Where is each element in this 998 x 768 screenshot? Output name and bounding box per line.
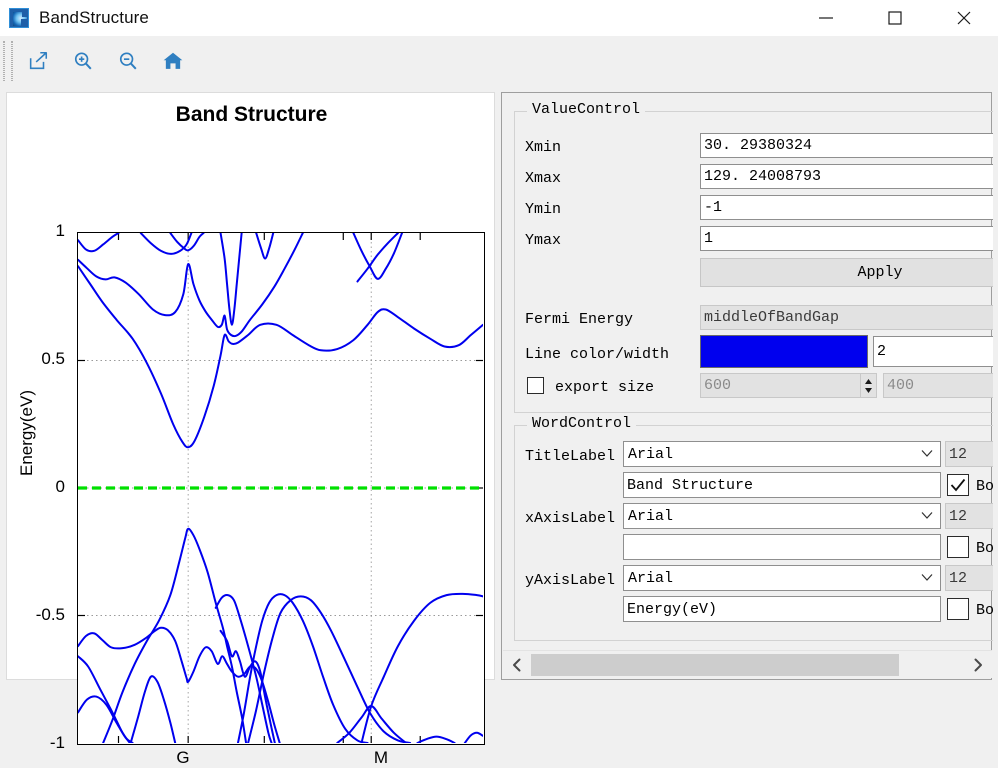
yaxis-bold-label: Bo [976,602,993,619]
chart-ylabel: Energy(eV) [17,390,36,476]
window-title: BandStructure [39,8,149,27]
apply-button[interactable]: Apply [700,258,993,287]
window-titlebar: BandStructure [0,0,998,36]
export-width-input[interactable]: 600 [700,373,877,398]
chevron-down-icon [921,446,933,463]
ymin-input[interactable]: -1 [700,195,993,220]
app-icon [9,8,29,28]
chevron-down-icon [921,508,933,525]
export-height-input[interactable]: 400 [883,373,993,398]
yaxis-text-input[interactable]: Energy(eV) [623,596,941,622]
xaxis-font-combo[interactable]: Arial [623,503,941,529]
fermi-energy-label: Fermi Energy [525,311,634,328]
scrollbar-thumb[interactable] [531,653,899,676]
scroll-right-arrow-icon[interactable] [964,651,992,679]
xaxis-bold-checkbox[interactable] [947,536,969,558]
xmax-label: Xmax [525,170,562,187]
export-size-checkbox[interactable] [527,377,544,394]
settings-horizontal-scrollbar[interactable] [503,650,992,678]
close-button[interactable] [929,0,998,36]
export-width-spinner[interactable] [860,373,877,398]
window-controls [791,0,998,36]
toolbar-grip[interactable] [3,40,5,81]
fermi-energy-combo[interactable]: middleOfBandGap [700,305,993,330]
chevron-down-icon [921,570,933,587]
home-icon[interactable] [153,41,193,81]
xaxis-font-value: Arial [628,507,674,525]
ymax-input[interactable]: 1 [700,226,993,251]
xmax-input[interactable]: 129. 24008793 [700,164,993,189]
word-control-legend: WordControl [527,415,637,432]
minimize-button[interactable] [791,0,860,36]
yaxis-size-input[interactable]: 12 [945,565,993,591]
xaxis-text-input[interactable] [623,534,941,560]
toolbar [0,36,998,85]
xmin-input[interactable]: 30. 29380324 [700,133,993,158]
ytick-label-m1: -1 [49,733,65,752]
title-font-combo[interactable]: Arial [623,441,941,467]
chart-plot-area[interactable] [77,232,485,745]
ymax-label: Ymax [525,232,562,249]
title-font-value: Arial [628,445,674,463]
line-width-input[interactable]: 2 [873,336,993,367]
export-size-label: export size [555,379,655,396]
chart-title: Band Structure [175,103,328,126]
toolbar-grip-2[interactable] [11,40,13,81]
title-size-input[interactable]: 12 [945,441,993,467]
title-text-input[interactable]: Band Structure [623,472,941,498]
scrollbar-track[interactable] [531,651,964,679]
xaxis-bold-label: Bo [976,540,993,557]
plot-panel: Band Structure Energy(eV) 1 0.5 0 -0.5 -… [6,92,495,767]
ytick-label-1: 1 [55,221,65,240]
xtick-label-M: M [373,748,389,767]
settings-panel-viewport: ValueControl Xmin 30. 29380324 Xmax 129.… [502,93,993,650]
yaxis-bold-checkbox[interactable] [947,598,969,620]
line-color-swatch[interactable] [700,335,868,368]
line-color-width-label: Line color/width [525,346,670,363]
title-bold-checkbox[interactable] [947,474,969,496]
ytick-label-m05: -0.5 [35,605,65,624]
yaxis-label-label: yAxisLabel [525,572,616,589]
scroll-left-arrow-icon[interactable] [503,651,531,679]
zoom-in-icon[interactable] [63,41,103,81]
zoom-out-icon[interactable] [108,41,148,81]
yaxis-font-value: Arial [628,569,674,587]
title-label-label: TitleLabel [525,448,616,465]
settings-panel: ValueControl Xmin 30. 29380324 Xmax 129.… [501,92,993,680]
word-control-group: WordControl TitleLabel Arial 12 Band Str… [514,415,993,641]
yaxis-font-combo[interactable]: Arial [623,565,941,591]
title-bold-label: Bo [976,478,993,495]
ytick-label-0: 0 [55,477,65,496]
value-control-legend: ValueControl [527,101,646,118]
xmin-label: Xmin [525,139,562,156]
xaxis-label-label: xAxisLabel [525,510,616,527]
xaxis-size-input[interactable]: 12 [945,503,993,529]
ymin-label: Ymin [525,201,562,218]
value-control-group: ValueControl Xmin 30. 29380324 Xmax 129.… [514,101,993,413]
export-icon[interactable] [18,41,58,81]
xtick-label-G: G [176,748,190,767]
maximize-button[interactable] [860,0,929,36]
ytick-label-05: 0.5 [41,349,65,368]
